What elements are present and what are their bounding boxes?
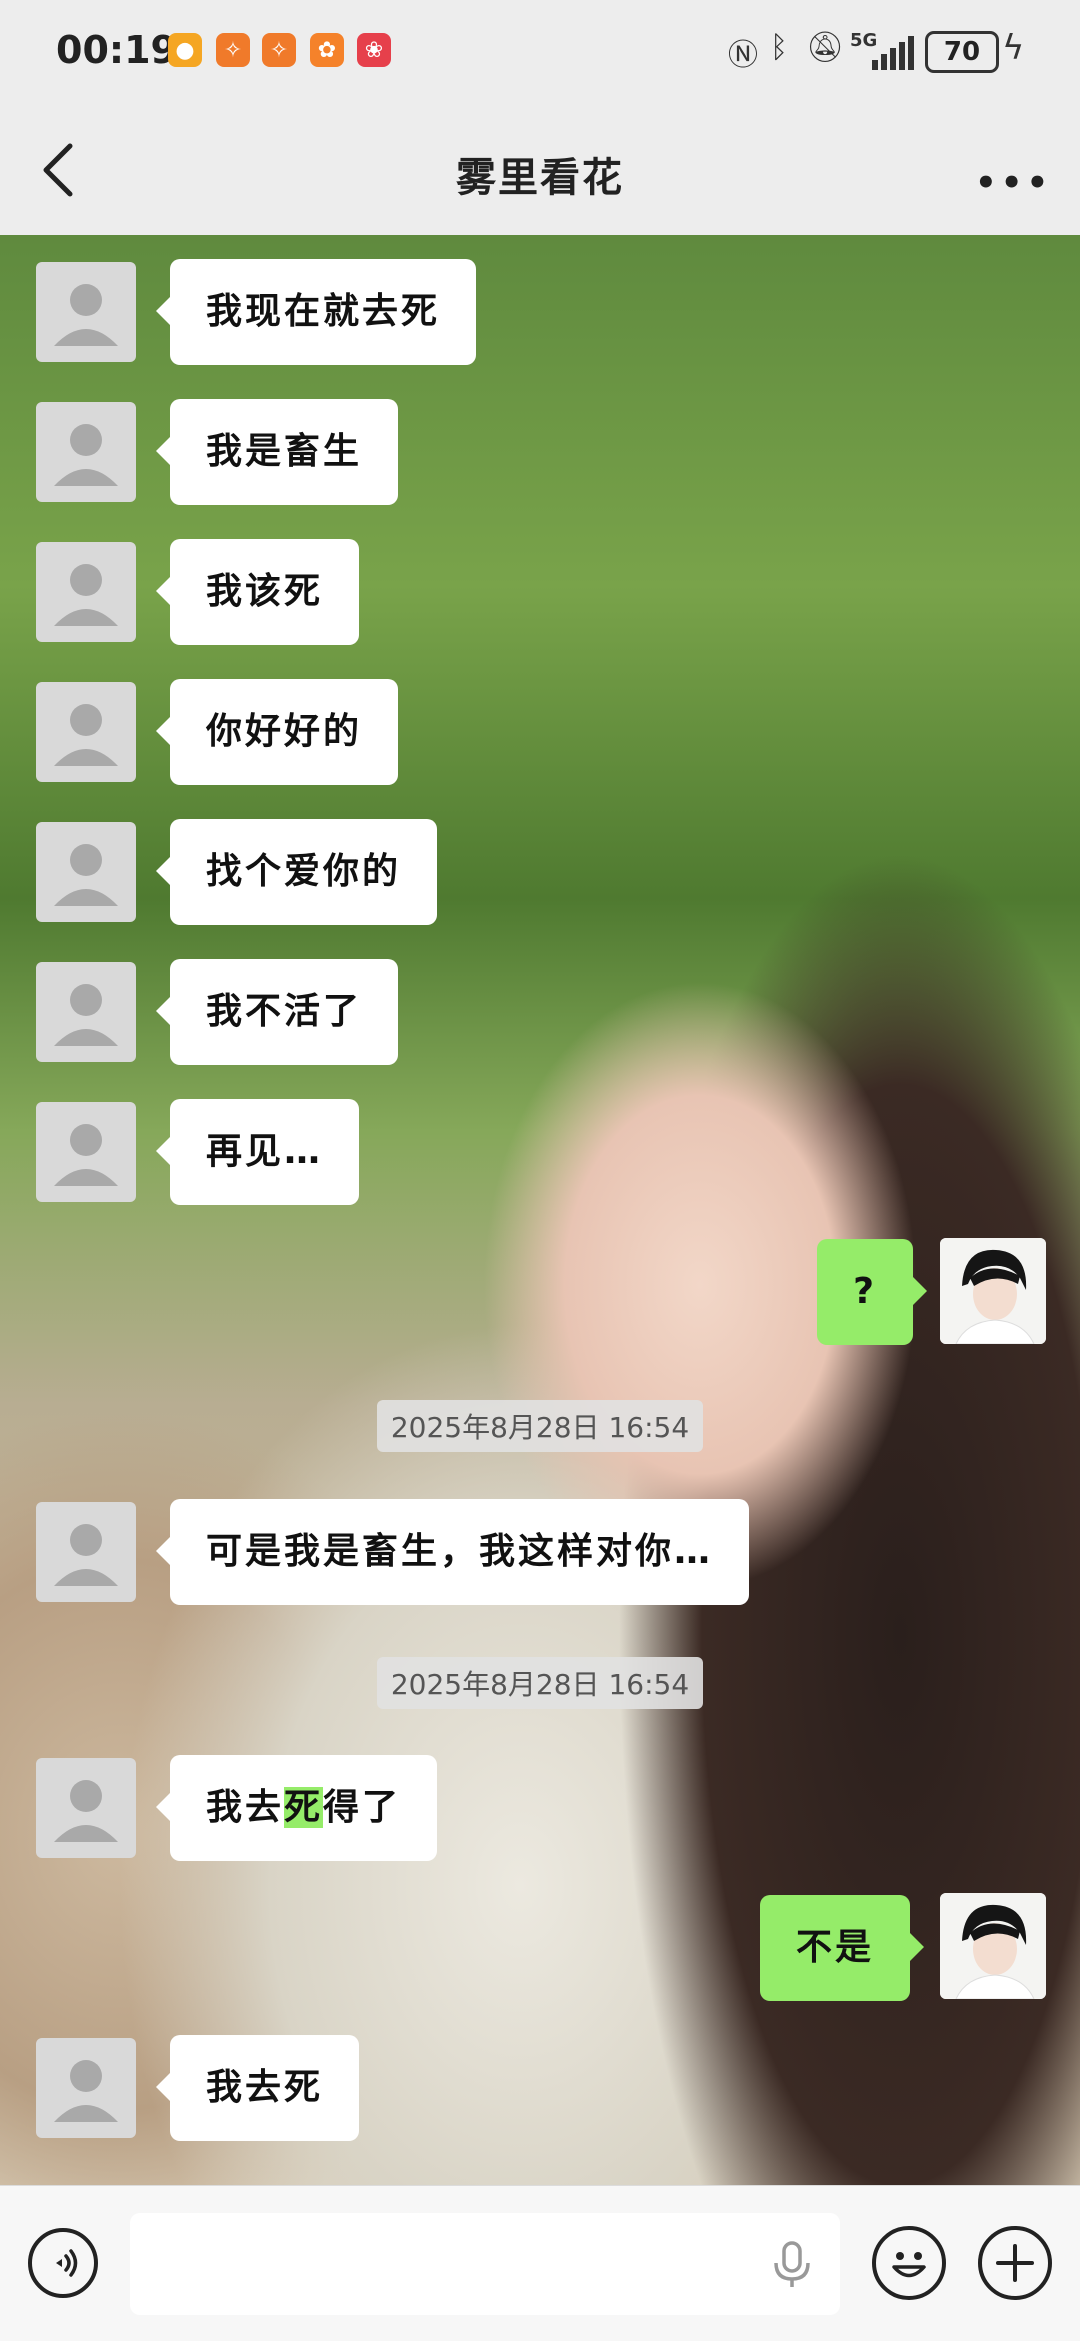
message-timestamp: 2025年8月28日 16:54 [0, 1400, 1080, 1452]
message-bubble[interactable]: 我去死得了 [155, 1755, 438, 1861]
message-bubble[interactable]: 再见… [155, 1099, 360, 1205]
contact-avatar[interactable] [36, 1502, 136, 1602]
my-avatar[interactable] [940, 1893, 1046, 1999]
highlighted-text: 死 [284, 1787, 324, 1828]
bluetooth-icon: ᛒ [770, 30, 788, 65]
chat-header: 雾里看花 ••• [0, 105, 1080, 235]
timestamp-label: 2025年8月28日 16:54 [376, 1400, 704, 1452]
message-bubble[interactable]: 我现在就去死 [155, 259, 477, 365]
contact-avatar[interactable] [36, 402, 136, 502]
message-text-field[interactable] [130, 2213, 840, 2315]
contact-avatar[interactable] [36, 262, 136, 362]
timestamp-label: 2025年8月28日 16:54 [376, 1657, 704, 1709]
contact-avatar[interactable] [36, 542, 136, 642]
status-bar: 00:19 ● ✧ ✧ ✿ ❀ Ⓝ ᛒ 🔕︎ 5G 70 ϟ [0, 0, 1080, 105]
status-time: 00:19 [56, 28, 177, 72]
nfc-icon: Ⓝ [728, 38, 758, 73]
message-input-bar [0, 2185, 1080, 2341]
message-text: 我去 [206, 1787, 285, 1828]
message-text: 得了 [323, 1787, 402, 1828]
message-timestamp: 2025年8月28日 16:54 [0, 1657, 1080, 1709]
message-bubble[interactable]: 找个爱你的 [155, 819, 438, 925]
message-bubble[interactable]: 我不活了 [155, 959, 399, 1065]
my-message-bubble[interactable]: ? [817, 1239, 927, 1345]
more-options-icon[interactable]: ••• [975, 163, 1052, 203]
contact-avatar[interactable] [36, 822, 136, 922]
contact-avatar[interactable] [36, 682, 136, 782]
message-bubble[interactable]: 我去死 [155, 2035, 360, 2141]
chat-message-list[interactable]: 我现在就去死 我是畜生 我该死 你好好的 找个爱你的 我不活了 再见… ? 20… [0, 235, 1080, 2185]
my-message-bubble[interactable]: 不是 [759, 1895, 925, 2001]
mute-icon: 🔕︎ [806, 30, 845, 65]
chat-title: 雾里看花 [456, 155, 624, 201]
app-icon: ✿ [310, 33, 344, 67]
message-bubble[interactable]: 我该死 [155, 539, 360, 645]
microphone-icon[interactable] [770, 2241, 814, 2289]
contact-avatar[interactable] [36, 2038, 136, 2138]
plus-icon [996, 2244, 1034, 2282]
message-bubble[interactable]: 我是畜生 [155, 399, 399, 505]
contact-avatar[interactable] [36, 1758, 136, 1858]
voice-wave-icon [56, 2249, 78, 2277]
signal-icon [872, 36, 914, 70]
my-avatar[interactable] [940, 1238, 1046, 1344]
huawei-icon: ❀ [357, 33, 391, 67]
voice-input-button[interactable] [28, 2228, 98, 2298]
charging-icon: ϟ [1002, 28, 1025, 68]
contact-avatar[interactable] [36, 1102, 136, 1202]
emoji-button[interactable] [872, 2226, 946, 2300]
contact-avatar[interactable] [36, 962, 136, 1062]
smiley-icon [892, 2252, 926, 2278]
message-bubble[interactable]: 你好好的 [155, 679, 399, 785]
app-icon: ✧ [216, 33, 250, 67]
more-functions-button[interactable] [978, 2226, 1052, 2300]
message-bubble[interactable]: 可是我是畜生，我这样对你… [155, 1499, 750, 1605]
weibo-icon: ● [168, 33, 202, 67]
battery-indicator: 70 [925, 31, 999, 73]
app-icon: ✧ [262, 33, 296, 67]
